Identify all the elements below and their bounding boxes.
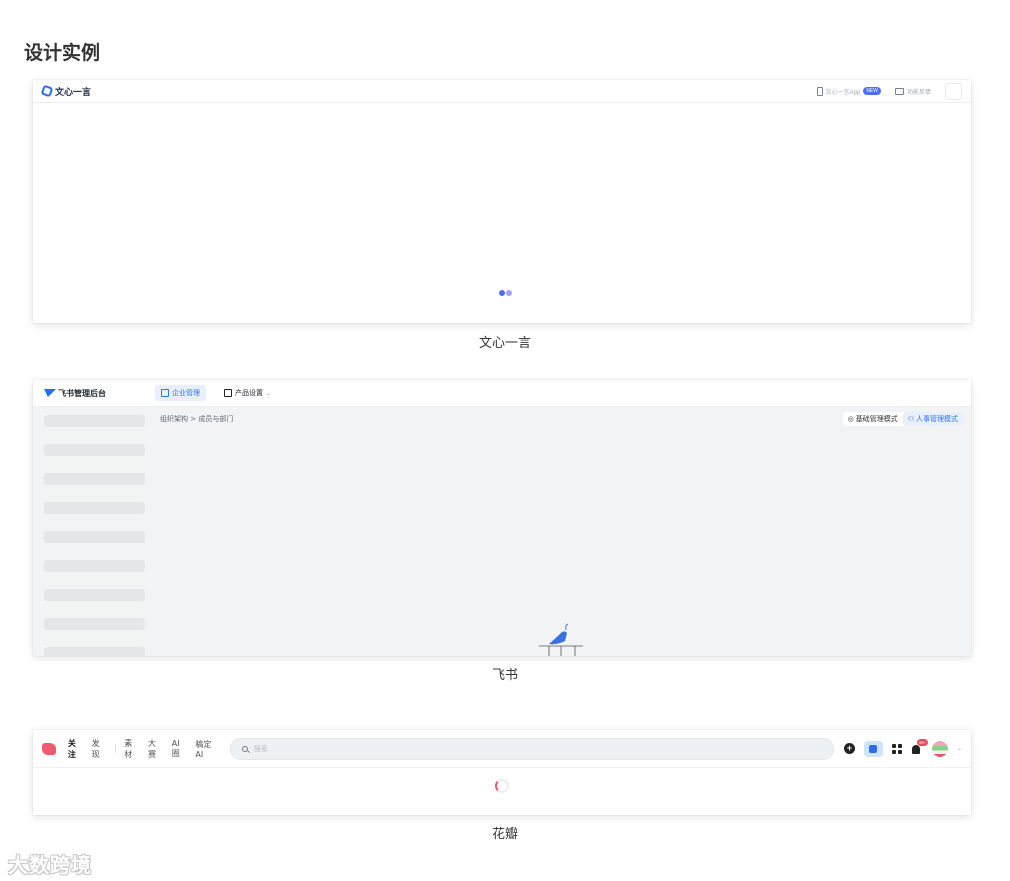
avatar[interactable] — [945, 82, 962, 100]
section-title: 设计实例 — [24, 42, 101, 64]
loading-dot — [499, 290, 505, 296]
watermark: 大数跨境 — [8, 853, 92, 877]
nav-discover[interactable]: 发现 — [92, 738, 108, 760]
feishu-content: 组织架构 > 成员与部门 ◎ 基础管理模式 ⚇ 人事管理模式 — [33, 407, 971, 656]
feishu-logo-icon — [41, 389, 57, 397]
new-badge: NEW — [863, 87, 881, 95]
mode-switch: ◎ 基础管理模式 ⚇ 人事管理模式 — [842, 412, 963, 426]
user-avatar[interactable] — [931, 740, 948, 757]
page: 设计实例 文心一言 文心一言App NEW 功能反馈 文心一言 飞书管理后台 企… — [0, 0, 1010, 881]
wenxin-logo-icon — [40, 84, 54, 98]
huaban-header: 关注 发现 素材 大赛 AI圈 稿定AI + 99+ — [33, 730, 971, 768]
huaban-caption: 花瓣 — [491, 827, 518, 842]
bell-icon — [911, 744, 920, 754]
feishu-screenshot: 飞书管理后台 企业管理 产品设置 ⌄ 组织架构 > 成员与部门 ◎ 基础管理模式… — [33, 380, 971, 656]
app-download-label: 文心一言App — [825, 89, 861, 96]
feishu-logo[interactable]: 飞书管理后台 — [41, 388, 155, 399]
notification-button[interactable]: 99+ — [911, 738, 928, 755]
tab-label: 企业管理 — [172, 389, 200, 397]
sidebar-skeleton — [44, 560, 145, 572]
feedback-label: 功能反馈 — [906, 89, 931, 96]
wenxin-header: 文心一言 文心一言App NEW 功能反馈 — [33, 80, 971, 103]
chevron-down-icon[interactable]: ⌄ — [957, 745, 962, 752]
header-actions: + 99+ ⌄ — [843, 738, 962, 757]
feishu-logo-text: 飞书管理后台 — [58, 388, 106, 398]
wenxin-screenshot: 文心一言 文心一言App NEW 功能反馈 — [33, 80, 971, 323]
eye-icon: ◎ — [847, 415, 854, 423]
tab-label: 产品设置 — [235, 389, 263, 397]
hr-mode-button[interactable]: ⚇ 人事管理模式 — [902, 412, 963, 426]
sidebar-skeleton — [44, 473, 145, 485]
app-download-link[interactable]: 文心一言App NEW — [816, 86, 881, 96]
bird-antenna — [565, 623, 569, 631]
people-icon: ⚇ — [907, 415, 914, 423]
mail-icon — [894, 87, 904, 95]
nav-ai-circle[interactable]: AI圈 — [172, 739, 188, 759]
basic-mode-label: 基础管理模式 — [855, 415, 898, 423]
building-icon — [161, 389, 169, 397]
sidebar-skeleton — [44, 502, 145, 514]
bird-icon — [549, 631, 567, 645]
feishu-loading-illustration — [539, 623, 583, 656]
apps-grid-icon[interactable] — [891, 743, 902, 754]
huaban-nav: 关注 发现 素材 大赛 AI圈 稿定AI — [68, 738, 219, 760]
loading-indicator — [499, 290, 512, 296]
settings-icon — [224, 389, 232, 397]
loading-dot — [506, 290, 512, 296]
sidebar-skeleton — [44, 618, 145, 630]
sidebar-skeleton — [44, 589, 145, 601]
basic-mode-button[interactable]: ◎ 基础管理模式 — [843, 412, 903, 426]
wenxin-logo-text: 文心一言 — [55, 87, 92, 98]
breadcrumb[interactable]: 组织架构 > 成员与部门 — [160, 414, 233, 424]
nav-follow[interactable]: 关注 — [68, 738, 84, 760]
nav-materials[interactable]: 素材 — [124, 738, 140, 760]
wenxin-caption: 文心一言 — [478, 336, 531, 351]
sidebar-skeleton — [44, 647, 145, 656]
sidebar-skeleton — [44, 444, 145, 456]
sidebar-skeleton — [44, 415, 145, 427]
hr-mode-label: 人事管理模式 — [916, 415, 958, 423]
plus-icon[interactable]: + — [843, 743, 855, 754]
search-input[interactable] — [253, 744, 833, 753]
feishu-header: 飞书管理后台 企业管理 产品设置 ⌄ — [33, 380, 971, 407]
search-bar[interactable] — [229, 737, 834, 760]
ai-tool-icon[interactable] — [863, 740, 883, 757]
nav-gaoding-ai[interactable]: 稿定AI — [195, 739, 218, 759]
huaban-logo[interactable] — [42, 742, 56, 755]
huaban-screenshot: 关注 发现 素材 大赛 AI圈 稿定AI + 99+ — [33, 730, 971, 815]
search-icon — [241, 745, 248, 752]
nav-divider — [115, 744, 117, 753]
tab-enterprise-management[interactable]: 企业管理 — [155, 385, 206, 401]
notification-badge: 99+ — [916, 738, 928, 746]
wenxin-logo[interactable]: 文心一言 — [40, 84, 92, 98]
nav-contest[interactable]: 大赛 — [148, 738, 164, 760]
phone-icon — [816, 86, 823, 96]
loading-spinner — [495, 779, 509, 793]
chevron-down-icon: ⌄ — [266, 389, 272, 397]
feedback-link[interactable]: 功能反馈 — [894, 87, 931, 96]
sidebar-skeleton — [44, 531, 145, 543]
tab-product-settings[interactable]: 产品设置 ⌄ — [218, 385, 277, 401]
feishu-caption: 飞书 — [491, 668, 518, 683]
